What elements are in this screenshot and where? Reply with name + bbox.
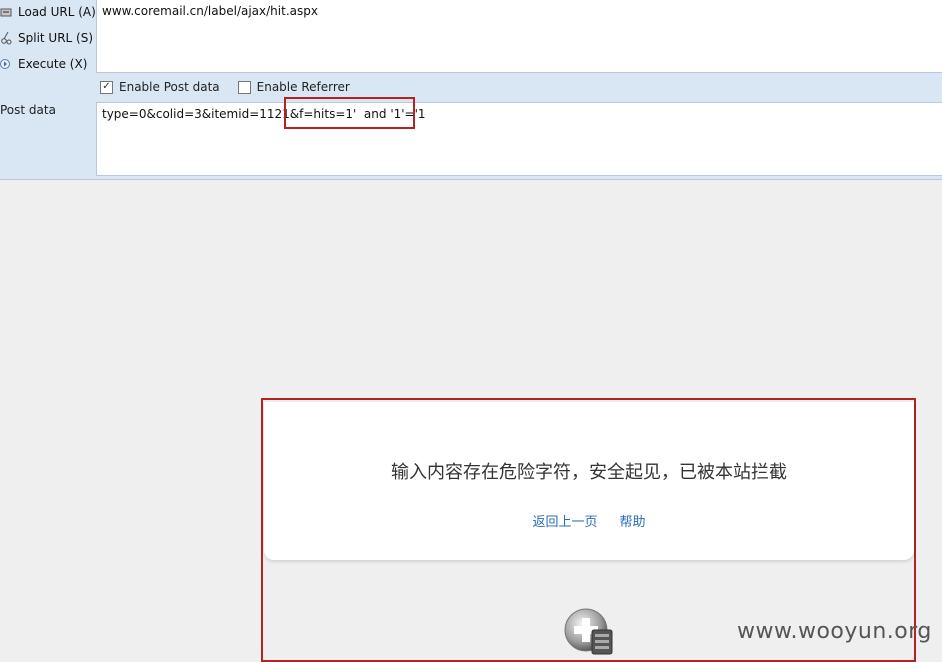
watermark-text: www.wooyun.org <box>737 619 932 644</box>
enable-referrer-checkbox[interactable]: Enable Referrer <box>237 80 350 94</box>
post-options: ✓ Enable Post data Enable Referrer <box>100 80 350 94</box>
enable-referrer-box <box>237 80 251 94</box>
payload-highlight-box <box>284 97 415 129</box>
enable-referrer-label: Enable Referrer <box>256 80 350 94</box>
help-link[interactable]: 帮助 <box>620 511 646 530</box>
hackbar-toolbar: Load URL (A) Split URL (S) Execute (X) w… <box>0 0 942 180</box>
split-url-label: Split URL (S) <box>18 31 94 45</box>
post-data-label: Post data <box>0 103 56 117</box>
enable-post-checkbox[interactable]: ✓ Enable Post data <box>100 80 220 94</box>
execute-label: Execute (X) <box>18 57 88 71</box>
load-url-button[interactable]: Load URL (A) <box>0 1 96 23</box>
load-url-icon <box>0 5 12 19</box>
post-data-input[interactable]: type=0&colid=3&itemid=1121&f=hits=1' and… <box>96 102 942 176</box>
enable-post-checkmark: ✓ <box>100 80 113 94</box>
enable-post-label: Enable Post data <box>119 80 220 94</box>
execute-button[interactable]: Execute (X) <box>0 53 87 75</box>
block-message: 输入内容存在危险字符，安全起见，已被本站拦截 <box>391 462 787 483</box>
back-link[interactable]: 返回上一页 <box>532 511 597 530</box>
url-input[interactable]: www.coremail.cn/label/ajax/hit.aspx <box>96 0 942 73</box>
execute-icon <box>0 57 12 71</box>
scissors-icon <box>0 31 12 45</box>
waf-logo-icon <box>562 606 616 658</box>
block-links: 返回上一页 帮助 <box>264 511 914 530</box>
load-url-label: Load URL (A) <box>18 5 96 19</box>
split-url-button[interactable]: Split URL (S) <box>0 27 93 49</box>
block-notice-card: 输入内容存在危险字符，安全起见，已被本站拦截 返回上一页 帮助 <box>264 402 914 560</box>
